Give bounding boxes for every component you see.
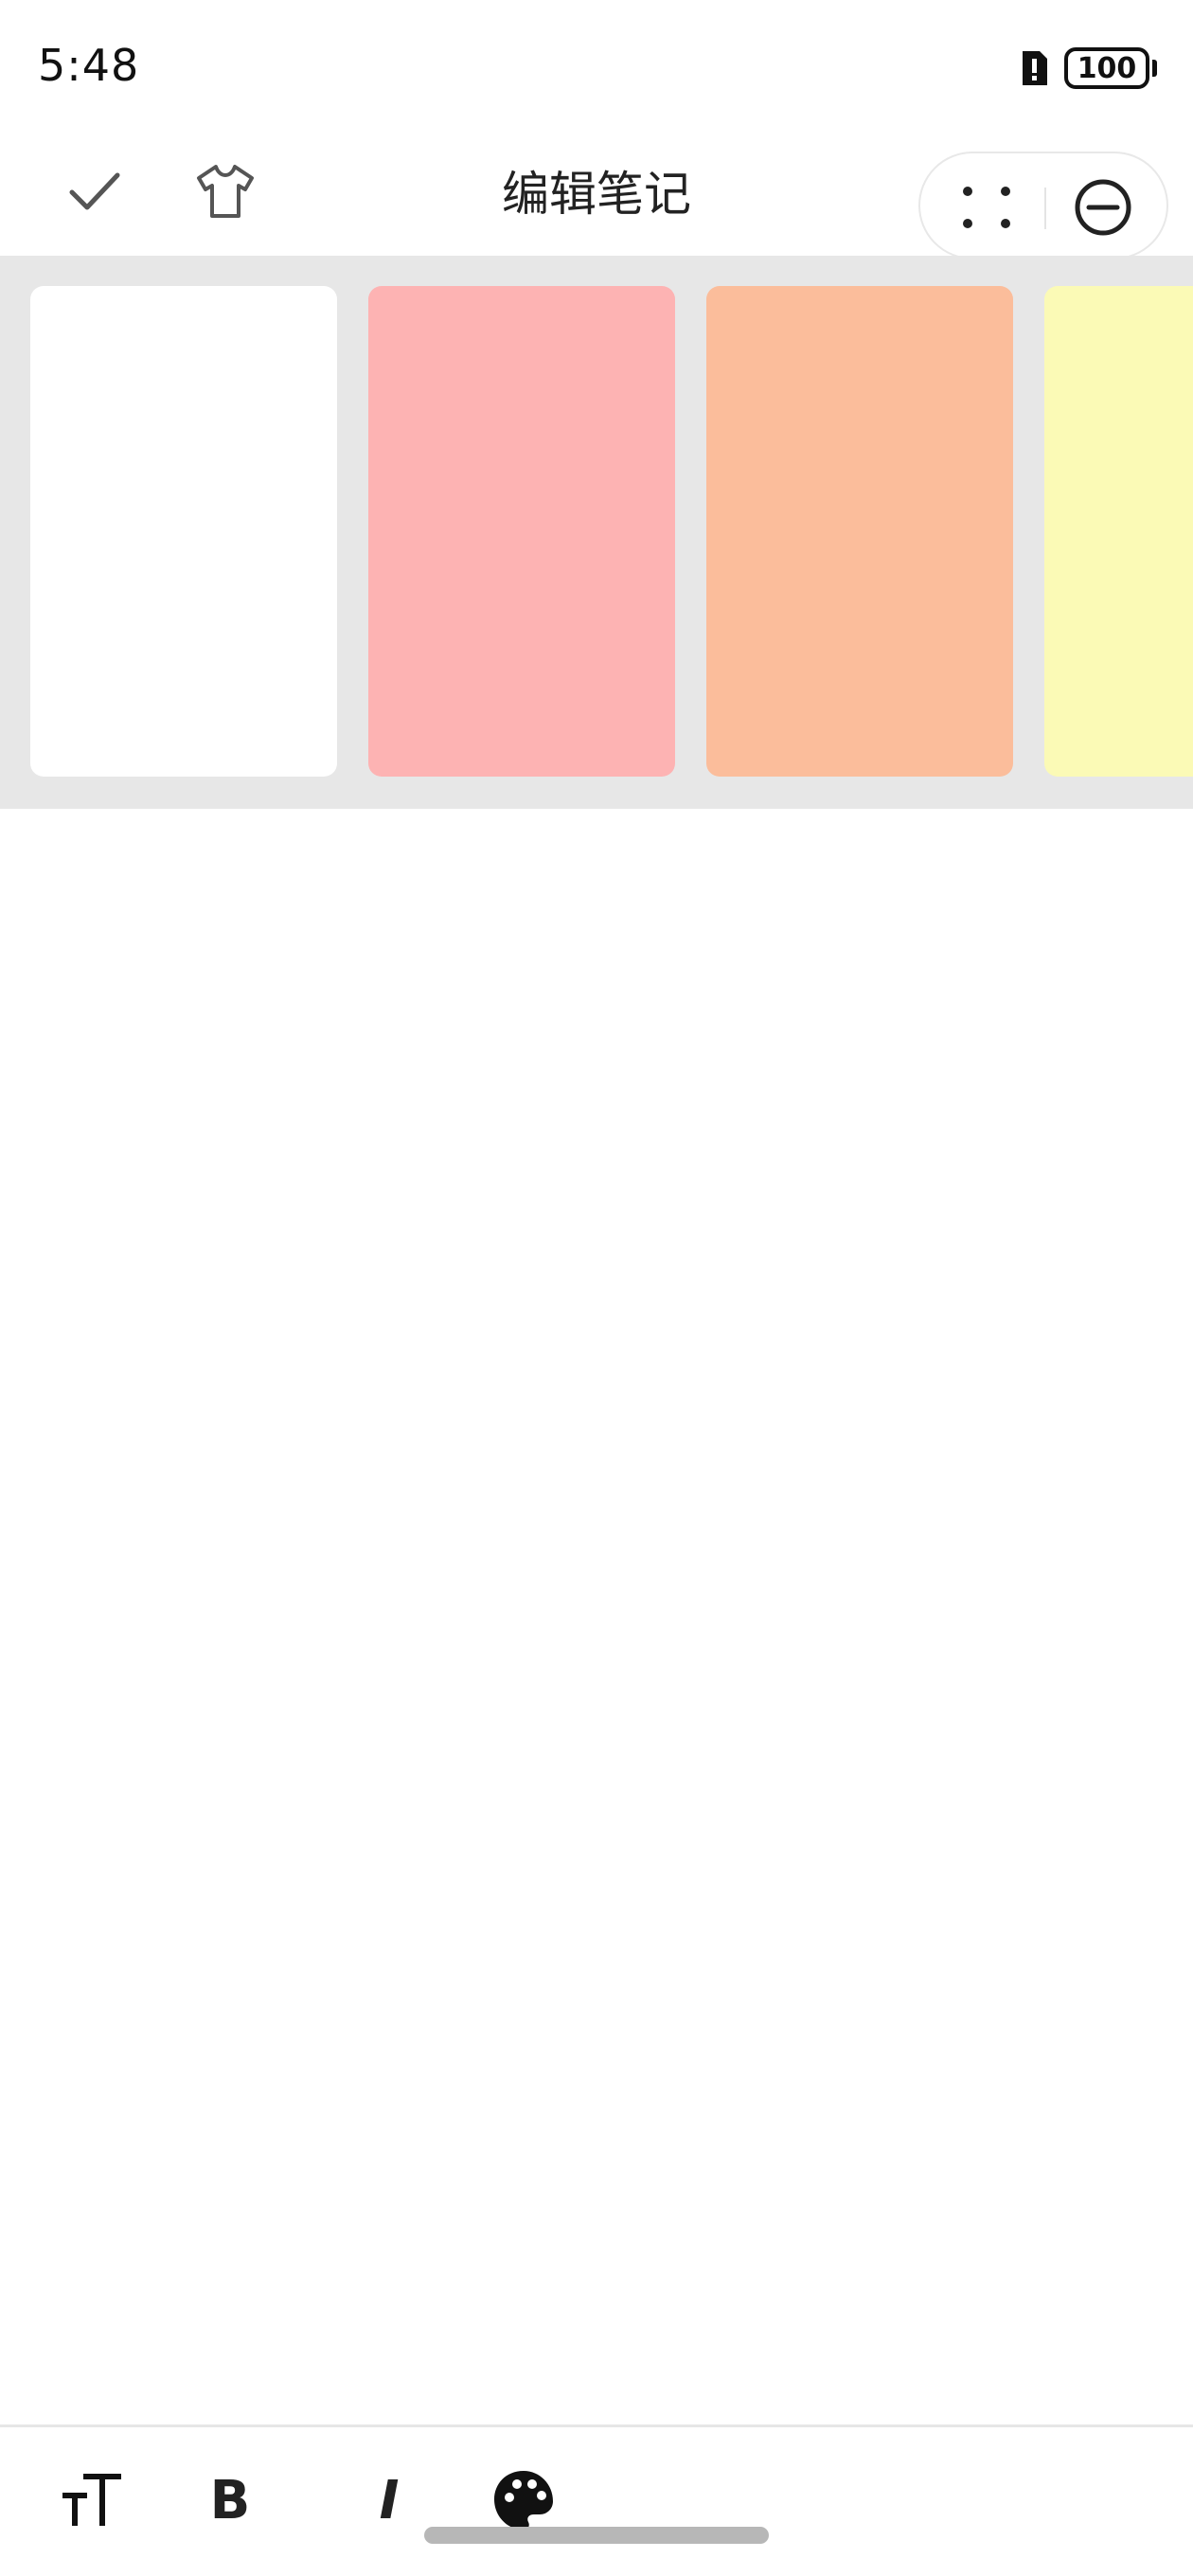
battery-level: 100 <box>1077 51 1137 85</box>
page-title: 编辑笔记 <box>502 167 691 222</box>
mini-program-capsule <box>918 152 1168 259</box>
confirm-button[interactable] <box>57 153 133 229</box>
text-size-button[interactable] <box>49 2458 134 2543</box>
bold-button[interactable]: B <box>187 2458 273 2543</box>
note-editor[interactable] <box>0 809 1193 2424</box>
more-dots-icon[interactable] <box>958 182 1015 233</box>
italic-label: I <box>379 2469 400 2531</box>
color-swatch-white[interactable] <box>30 286 337 777</box>
color-swatch-yellow[interactable] <box>1044 286 1193 777</box>
status-bar: 5:48 100 <box>0 0 1193 133</box>
italic-button[interactable]: I <box>347 2458 432 2543</box>
color-swatch-orange[interactable] <box>706 286 1013 777</box>
shirt-icon <box>197 165 254 218</box>
check-icon <box>69 172 120 210</box>
home-indicator <box>424 2527 769 2544</box>
close-circle-icon[interactable] <box>1070 174 1136 241</box>
capsule-divider <box>1044 188 1046 229</box>
text-size-icon <box>62 2474 121 2526</box>
bold-label: B <box>209 2469 251 2531</box>
screen: 5:48 100 编辑笔记 B I <box>0 0 1193 2576</box>
status-time: 5:48 <box>38 40 140 91</box>
battery-indicator: 100 <box>1064 47 1149 89</box>
battery-tip <box>1152 60 1157 77</box>
color-picker <box>0 256 1193 809</box>
color-swatch-pink[interactable] <box>368 286 675 777</box>
sim-alert-icon <box>1023 51 1047 85</box>
palette-icon <box>494 2471 553 2530</box>
format-toolbar: B I <box>0 2424 1193 2576</box>
theme-button[interactable] <box>187 153 263 229</box>
header: 编辑笔记 <box>0 133 1193 259</box>
